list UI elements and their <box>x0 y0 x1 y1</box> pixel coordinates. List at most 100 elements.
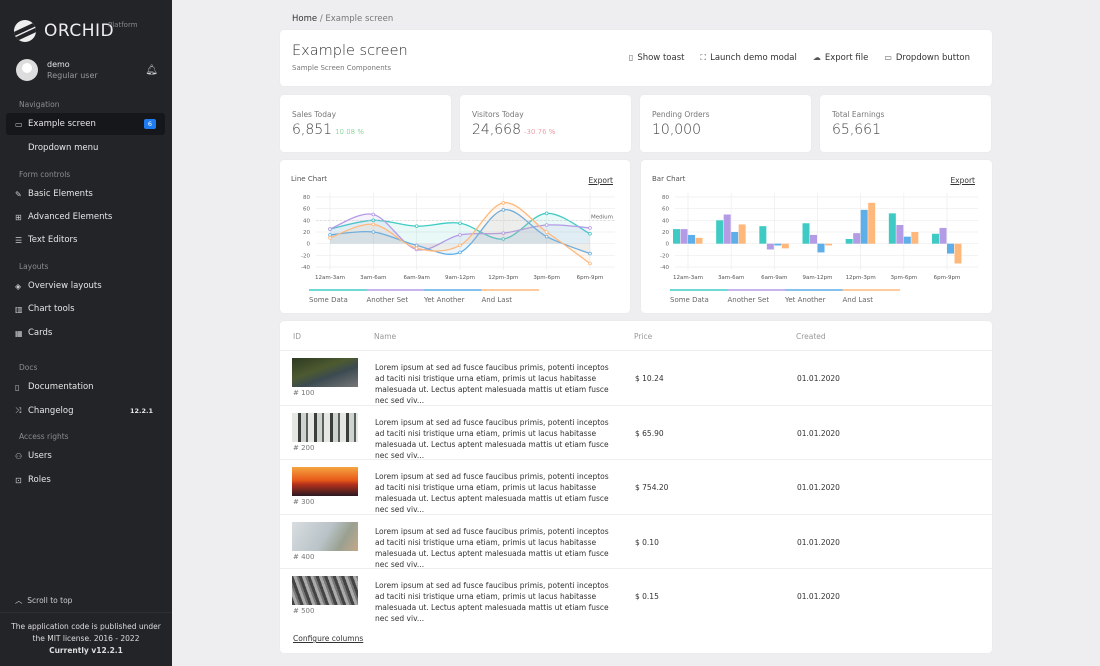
license-text: The application code is published under <box>0 621 172 633</box>
user-role: Regular user <box>47 70 98 81</box>
column-header-name[interactable]: Name <box>374 332 396 341</box>
legend-item[interactable]: Another Set <box>367 296 409 304</box>
legend-item[interactable]: And Last <box>843 296 874 304</box>
line-chart-card: Line Chart Export 806040200-20-4012am-3a… <box>280 160 630 313</box>
x-tick-label: 9am-12pm <box>802 275 832 281</box>
y-tick-label: -40 <box>660 265 669 271</box>
bar <box>955 244 962 264</box>
launch-demo-modal-button[interactable]: ⛶Launch demo modal <box>700 53 796 63</box>
y-tick-label: -20 <box>301 253 310 259</box>
y-tick-label: 40 <box>303 218 310 224</box>
row-thumbnail <box>292 576 358 605</box>
column-header-price[interactable]: Price <box>634 332 652 341</box>
bar <box>868 203 875 244</box>
table-row[interactable]: # 200Lorem ipsum at sed ad fusce faucibu… <box>280 405 992 460</box>
sidebar-item-label: Users <box>28 451 52 461</box>
sidebar-item-basic-elements[interactable]: ✎Basic Elements <box>6 183 165 205</box>
nav-section-title: Form controls <box>19 170 70 179</box>
bar <box>731 232 738 244</box>
legend-item[interactable]: Yet Another <box>784 296 826 304</box>
notification-badge: 6 <box>144 119 156 129</box>
show-toast-label: Show toast <box>637 53 684 63</box>
bar-chart-icon: ▥ <box>15 305 28 314</box>
y-tick-label: 40 <box>662 218 669 224</box>
breadcrumb-home[interactable]: Home <box>292 14 317 24</box>
sidebar-item-overview-layouts[interactable]: ◈Overview layouts <box>6 275 165 297</box>
orchid-logo-icon <box>14 20 36 42</box>
sidebar-item-dropdown-menu[interactable]: Dropdown menu <box>6 137 165 159</box>
logo[interactable]: ORCHID <box>14 20 114 42</box>
line-chart: 806040200-20-4012am-3am3am-6am6am-9am9am… <box>280 160 630 313</box>
scroll-to-top[interactable]: ︿ Scroll to top <box>15 595 72 606</box>
sidebar-item-cards[interactable]: ▦Cards <box>6 322 165 344</box>
y-tick-label: 0 <box>666 242 670 248</box>
legend-item[interactable]: Some Data <box>670 296 709 304</box>
column-header-id[interactable]: ID <box>293 332 301 341</box>
data-point <box>545 224 548 227</box>
dropdown-button[interactable]: ▭Dropdown button <box>884 53 970 63</box>
shuffle-icon: ⤨ <box>15 406 28 416</box>
configure-columns-link[interactable]: Configure columns <box>293 634 363 643</box>
bar <box>688 235 695 244</box>
bell-icon[interactable]: 🔔︎ <box>145 65 158 76</box>
bar <box>724 215 731 244</box>
data-table: ID Name Price Created # 100Lorem ipsum a… <box>280 321 992 653</box>
legend-item[interactable]: Yet Another <box>423 296 465 304</box>
table-row[interactable]: # 100Lorem ipsum at sed ad fusce faucibu… <box>280 350 992 405</box>
sidebar-item-chart-tools[interactable]: ▥Chart tools <box>6 298 165 320</box>
sidebar-footer: The application code is published under … <box>0 612 172 657</box>
table-row[interactable]: # 500Lorem ipsum at sed ad fusce faucibu… <box>280 568 992 623</box>
data-point <box>372 223 375 226</box>
sidebar-item-roles[interactable]: ⊡Roles <box>6 469 165 491</box>
x-tick-label: 3pm-6pm <box>533 275 560 281</box>
sidebar-item-users[interactable]: ⚇Users <box>6 445 165 467</box>
user-profile[interactable]: demo Regular user 🔔︎ <box>16 59 158 81</box>
data-point <box>589 262 592 265</box>
sidebar-item-example-screen[interactable]: ▭Example screen6 <box>6 113 165 135</box>
row-created: 01.01.2020 <box>797 429 840 438</box>
license-years: the MIT license. 2016 - 2022 <box>0 633 172 645</box>
nav-section-title: Layouts <box>19 262 48 271</box>
bar <box>803 223 810 243</box>
data-point <box>459 244 462 247</box>
data-point <box>459 234 462 237</box>
bar <box>853 233 860 244</box>
user-name: demo <box>47 59 98 70</box>
briefcase-icon: ⊞ <box>15 213 28 222</box>
sidebar-item-changelog[interactable]: ⤨Changelog12.2.1 <box>6 400 165 422</box>
sidebar-item-documentation[interactable]: ▯Documentation <box>6 376 165 398</box>
sidebar-item-advanced-elements[interactable]: ⊞Advanced Elements <box>6 206 165 228</box>
column-header-created[interactable]: Created <box>796 332 826 341</box>
legend-item[interactable]: Some Data <box>309 296 348 304</box>
stat-change: 10.08 % <box>335 128 364 136</box>
data-point <box>459 251 462 254</box>
sidebar-item-text-editors[interactable]: ☰Text Editors <box>6 229 165 251</box>
sidebar-item-label: Chart tools <box>28 304 75 314</box>
show-toast-button[interactable]: ▯Show toast <box>629 53 685 63</box>
row-name: Lorem ipsum at sed ad fusce faucibus pri… <box>375 471 620 515</box>
data-point <box>589 227 592 230</box>
bar <box>861 210 868 244</box>
export-file-label: Export file <box>825 53 868 63</box>
row-thumbnail <box>292 358 358 387</box>
legend-item[interactable]: Another Set <box>728 296 770 304</box>
monitor-icon: ▭ <box>15 120 28 129</box>
row-id: # 200 <box>293 444 314 452</box>
chevron-up-icon: ︿ <box>15 596 23 605</box>
row-price: $ 754.20 <box>635 483 668 492</box>
bar <box>904 237 911 244</box>
row-created: 01.01.2020 <box>797 374 840 383</box>
sidebar-item-label: Dropdown menu <box>28 143 98 153</box>
y-tick-label: -20 <box>660 253 669 259</box>
table-row[interactable]: # 300Lorem ipsum at sed ad fusce faucibu… <box>280 459 992 514</box>
legend-item[interactable]: And Last <box>482 296 513 304</box>
y-tick-label: 0 <box>307 242 311 248</box>
table-row[interactable]: # 400Lorem ipsum at sed ad fusce faucibu… <box>280 514 992 569</box>
bar <box>774 244 781 246</box>
data-point <box>329 234 332 237</box>
export-file-button[interactable]: ☁Export file <box>813 53 868 63</box>
scroll-to-top-label: Scroll to top <box>27 596 72 605</box>
avatar <box>16 59 38 81</box>
sidebar-item-label: Documentation <box>28 382 94 392</box>
stat-label: Visitors Today <box>472 110 524 119</box>
